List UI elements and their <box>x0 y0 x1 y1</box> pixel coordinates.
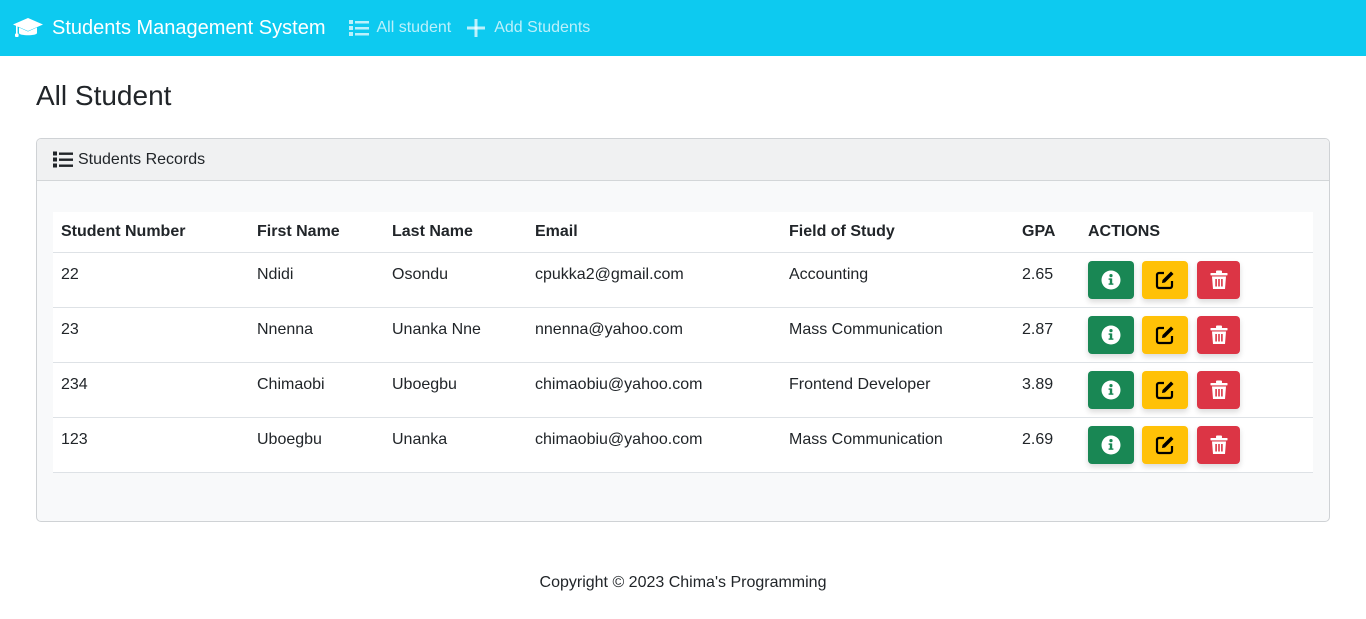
students-table: Student Number First Name Last Name Emai… <box>53 212 1313 473</box>
gpa-cell: 2.69 <box>1014 417 1080 473</box>
table-row: 234 Chimaobi Uboegbu chimaobiu@yahoo.com Fro… <box>53 362 1313 418</box>
plus-icon <box>467 19 487 37</box>
footer-copyright: Copyright © 2023 Chima's Programming <box>539 574 827 591</box>
table-body: 22 Ndidi Osondu cpukka2@gmail.com Accounting… <box>53 252 1313 473</box>
col-header-field-of-study: Field of Study <box>781 212 1014 253</box>
info-button[interactable] <box>1088 260 1134 299</box>
info-button[interactable] <box>1088 425 1134 464</box>
pen-to-square-icon <box>1155 380 1175 400</box>
pen-to-square-icon <box>1155 270 1175 290</box>
delete-button[interactable] <box>1197 315 1240 354</box>
page-title: All Student <box>36 80 172 111</box>
first-name-cell: Ndidi <box>249 252 384 308</box>
gpa-cell: 2.87 <box>1014 307 1080 363</box>
email-cell: chimaobiu@yahoo.com <box>527 417 781 473</box>
gpa-cell: 2.65 <box>1014 252 1080 308</box>
list-icon <box>349 19 370 37</box>
edit-button[interactable] <box>1142 370 1188 409</box>
info-circle-icon <box>1101 325 1121 345</box>
brand-title: Students Management System <box>52 16 326 39</box>
delete-button[interactable] <box>1197 425 1240 464</box>
list-icon <box>53 151 73 168</box>
info-button[interactable] <box>1088 315 1134 354</box>
pen-to-square-icon <box>1155 435 1175 455</box>
student-number-cell: 22 <box>53 252 249 308</box>
email-cell: nnenna@yahoo.com <box>527 307 781 363</box>
gpa-cell: 3.89 <box>1014 362 1080 418</box>
pen-to-square-icon <box>1155 325 1175 345</box>
col-header-last-name: Last Name <box>384 212 527 253</box>
field-of-study-cell: Frontend Developer <box>781 362 1014 418</box>
nav-all-student-label: All student <box>376 19 452 36</box>
last-name-cell: Unanka Nne <box>384 307 527 363</box>
students-records-card: Students Records Student Number First Na… <box>36 138 1330 522</box>
card-header-title: Students Records <box>78 150 206 168</box>
graduation-cap-icon <box>12 17 44 39</box>
table-header-row: Student Number First Name Last Name Emai… <box>53 212 1313 253</box>
info-button[interactable] <box>1088 370 1134 409</box>
trash-can-icon <box>1210 325 1228 345</box>
col-header-actions: ACTIONS <box>1080 212 1313 253</box>
edit-button[interactable] <box>1142 260 1188 299</box>
actions-cell <box>1080 417 1313 473</box>
last-name-cell: Uboegbu <box>384 362 527 418</box>
nav-all-student[interactable]: All student <box>349 19 451 37</box>
delete-button[interactable] <box>1197 260 1240 299</box>
navbar: Students Management System All student A… <box>0 0 1366 56</box>
brand-link[interactable]: Students Management System <box>12 17 325 40</box>
student-number-cell: 123 <box>53 417 249 473</box>
col-header-email: Email <box>527 212 781 253</box>
card-header: Students Records <box>37 139 1329 181</box>
table-row: 22 Ndidi Osondu cpukka2@gmail.com Accounting… <box>53 252 1313 308</box>
col-header-student-number: Student Number <box>53 212 249 253</box>
table-row: 23 Nnenna Unanka Nne nnenna@yahoo.com Mass C… <box>53 307 1313 363</box>
last-name-cell: Osondu <box>384 252 527 308</box>
col-header-gpa: GPA <box>1014 212 1080 253</box>
info-circle-icon <box>1101 270 1121 290</box>
first-name-cell: Nnenna <box>249 307 384 363</box>
field-of-study-cell: Mass Communication <box>781 417 1014 473</box>
actions-cell <box>1080 252 1313 308</box>
field-of-study-cell: Mass Communication <box>781 307 1014 363</box>
email-cell: cpukka2@gmail.com <box>527 252 781 308</box>
info-circle-icon <box>1101 380 1121 400</box>
edit-button[interactable] <box>1142 425 1188 464</box>
first-name-cell: Chimaobi <box>249 362 384 418</box>
actions-cell <box>1080 362 1313 418</box>
last-name-cell: Unanka <box>384 417 527 473</box>
delete-button[interactable] <box>1197 370 1240 409</box>
trash-can-icon <box>1210 270 1228 290</box>
nav-add-students[interactable]: Add Students <box>467 19 590 37</box>
email-cell: chimaobiu@yahoo.com <box>527 362 781 418</box>
table-row: 123 Uboegbu Unanka chimaobiu@yahoo.com Mass … <box>53 417 1313 473</box>
trash-can-icon <box>1210 435 1228 455</box>
col-header-first-name: First Name <box>249 212 384 253</box>
first-name-cell: Uboegbu <box>249 417 384 473</box>
student-number-cell: 23 <box>53 307 249 363</box>
nav-add-students-label: Add Students <box>494 19 591 36</box>
student-number-cell: 234 <box>53 362 249 418</box>
trash-can-icon <box>1210 380 1228 400</box>
edit-button[interactable] <box>1142 315 1188 354</box>
field-of-study-cell: Accounting <box>781 252 1014 308</box>
actions-cell <box>1080 307 1313 363</box>
info-circle-icon <box>1101 435 1121 455</box>
